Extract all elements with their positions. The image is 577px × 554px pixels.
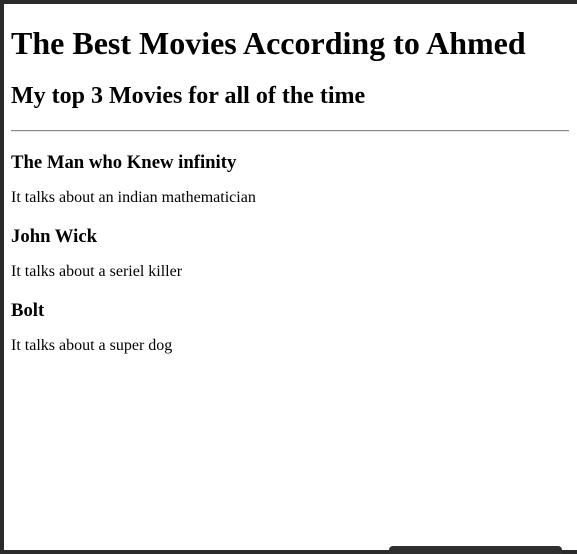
movie-title: The Man who Knew infinity	[11, 152, 237, 173]
movie-description: It talks about a super dog	[11, 337, 173, 354]
page-title: The Best Movies According to Ahmed	[11, 25, 526, 61]
movie-item: John Wick It talks about a seriel killer	[11, 226, 569, 281]
movie-title: Bolt	[11, 300, 45, 321]
movie-item: Bolt It talks about a super dog	[11, 300, 569, 355]
page-content: The Best Movies According to Ahmed My to…	[11, 4, 569, 355]
movie-item: The Man who Knew infinity It talks about…	[11, 152, 569, 207]
browser-viewport: The Best Movies According to Ahmed My to…	[4, 4, 577, 550]
bottom-overlay-tab	[389, 546, 562, 554]
movie-title: John Wick	[11, 226, 98, 247]
page-subtitle: My top 3 Movies for all of the time	[11, 83, 366, 109]
movie-description: It talks about an indian mathematician	[11, 189, 256, 206]
movie-description: It talks about a seriel killer	[11, 263, 183, 280]
divider	[11, 130, 569, 132]
